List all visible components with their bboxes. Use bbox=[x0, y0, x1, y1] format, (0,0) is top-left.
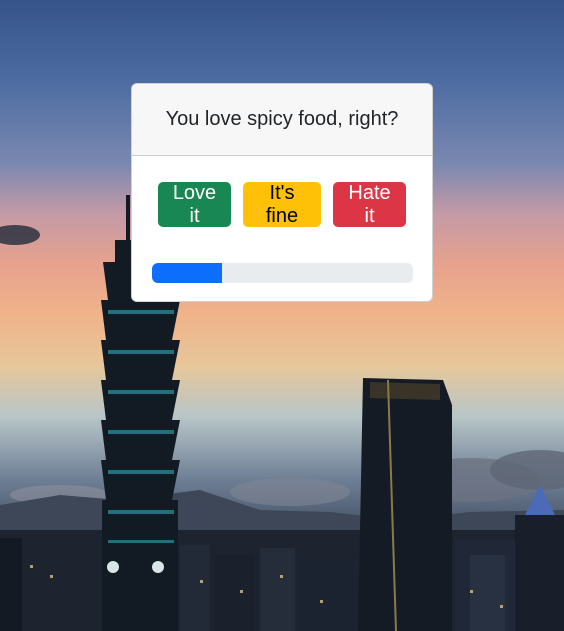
answer-buttons: Love it It's fine Hate it bbox=[132, 182, 432, 227]
progress-bar-fill bbox=[151, 263, 222, 283]
progress-track bbox=[151, 263, 413, 283]
love-it-button[interactable]: Love it bbox=[158, 182, 231, 227]
question-text: You love spicy food, right? bbox=[165, 108, 399, 130]
its-fine-button[interactable]: It's fine bbox=[243, 182, 321, 227]
question-header: You love spicy food, right? bbox=[132, 84, 432, 156]
poll-card: You love spicy food, right? Love it It's… bbox=[131, 83, 433, 302]
hate-it-button[interactable]: Hate it bbox=[333, 182, 406, 227]
